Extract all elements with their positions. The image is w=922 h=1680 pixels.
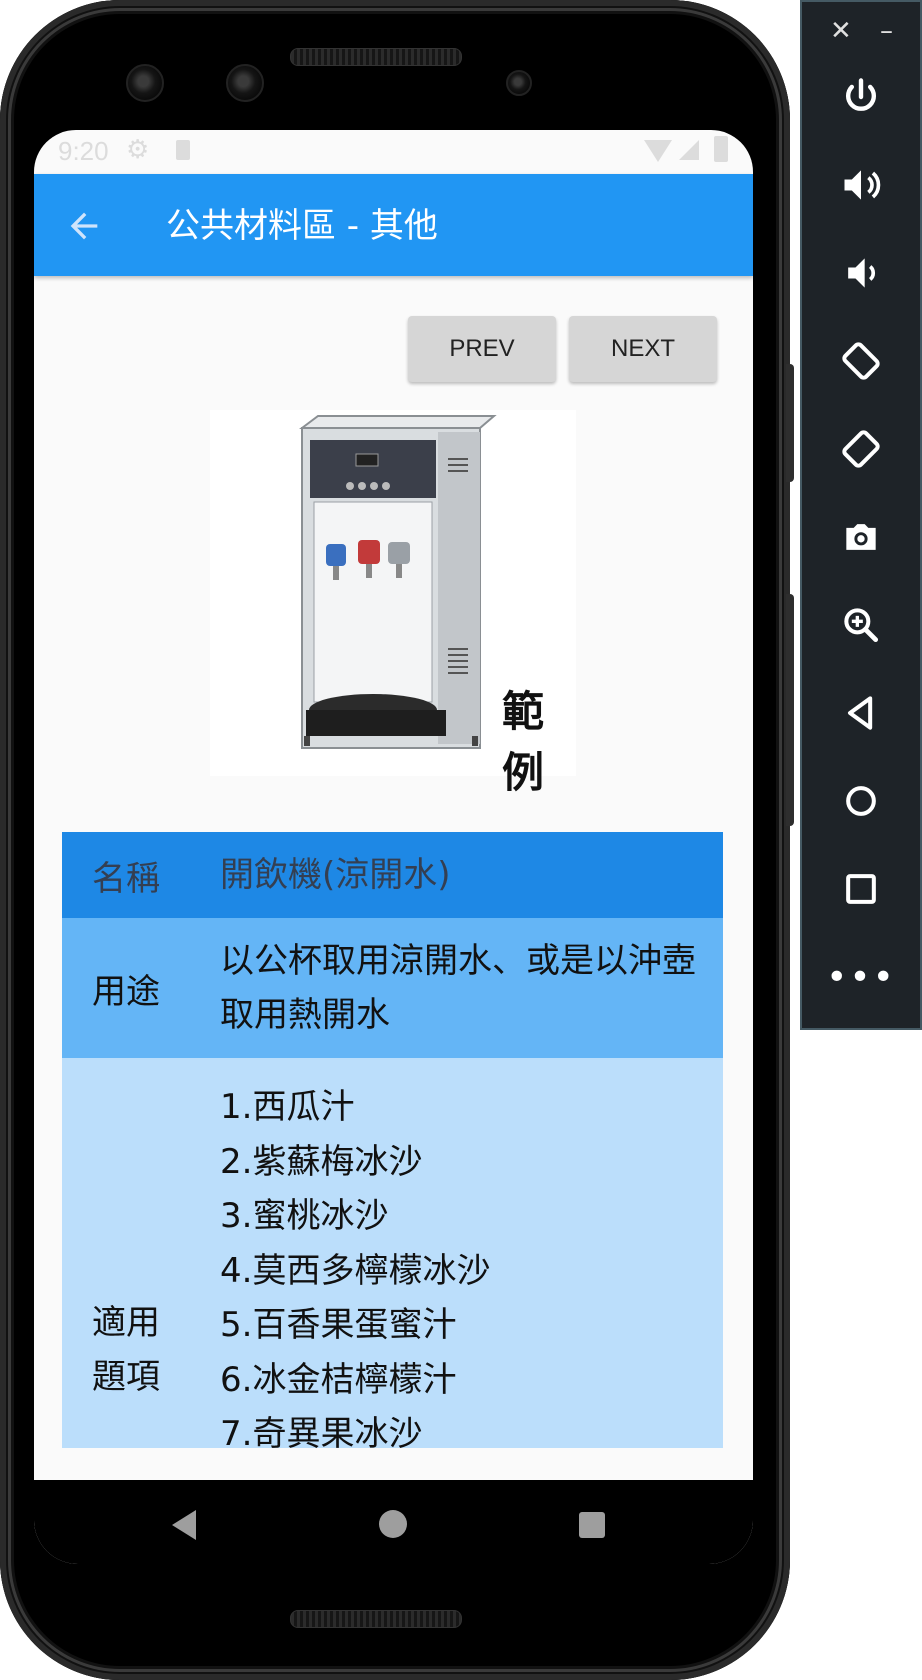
use-label: 用途 <box>92 971 160 1012</box>
power-side-button <box>786 364 794 482</box>
image-caption: 範例 <box>502 687 545 797</box>
bottom-speaker <box>290 1610 462 1628</box>
list-item: 1.西瓜汁 <box>220 1087 355 1127</box>
prev-button[interactable]: PREV <box>408 316 556 382</box>
app-screen: 9:20 ⚙ 公共材料區 - 其他 PREV NEXT 範例 名稱 開飲機(涼開… <box>34 130 753 1564</box>
phone-frame: 9:20 ⚙ 公共材料區 - 其他 PREV NEXT 範例 名稱 開飲機(涼開… <box>0 0 794 1680</box>
emulator-titlebar: ✕ – <box>802 2 920 60</box>
rotate-left-icon[interactable] <box>830 330 892 392</box>
overview-icon[interactable] <box>830 858 892 920</box>
more-options-icon[interactable]: ••• <box>826 946 894 1008</box>
minimize-icon[interactable]: – <box>880 16 893 46</box>
next-button[interactable]: NEXT <box>569 316 717 382</box>
items-row: 適用 題項 1.西瓜汁 2.紫蘇梅冰沙 3.蜜桃冰沙 4.莫西多檸檬冰沙 5.百… <box>62 1058 723 1454</box>
settings-gear-icon: ⚙ <box>126 134 150 164</box>
page-title: 公共材料區 - 其他 <box>166 206 438 246</box>
rotate-right-icon[interactable] <box>830 418 892 480</box>
battery-icon <box>714 136 728 162</box>
system-nav-bar <box>34 1480 753 1564</box>
use-row: 用途 以公杯取用涼開水、或是以沖壺取用熱開水 <box>62 918 723 1058</box>
name-label: 名稱 <box>92 858 160 899</box>
camera-right <box>226 64 264 102</box>
back-icon[interactable] <box>830 682 892 744</box>
power-icon[interactable] <box>830 66 892 128</box>
zoom-icon[interactable] <box>830 594 892 656</box>
home-icon[interactable] <box>830 770 892 832</box>
list-item: 6.冰金桔檸檬汁 <box>220 1359 457 1400</box>
nav-recents-icon[interactable] <box>579 1512 605 1538</box>
name-value: 開飲機(涼開水) <box>220 855 451 895</box>
volume-down-icon[interactable] <box>830 242 892 304</box>
back-arrow-icon[interactable] <box>64 206 104 246</box>
top-speaker <box>290 48 462 66</box>
list-item: 2.紫蘇梅冰沙 <box>220 1141 423 1182</box>
water-dispenser-image: 範例 <box>210 410 576 797</box>
name-row: 名稱 開飲機(涼開水) <box>62 832 723 918</box>
front-sensor <box>506 70 532 96</box>
close-icon[interactable]: ✕ <box>830 16 852 46</box>
items-list: 1.西瓜汁 2.紫蘇梅冰沙 3.蜜桃冰沙 4.莫西多檸檬冰沙 5.百香果蛋蜜汁 … <box>220 1058 723 1462</box>
wifi-icon <box>644 140 672 162</box>
list-item: 4.莫西多檸檬冰沙 <box>220 1250 491 1291</box>
signal-icon <box>679 140 699 160</box>
use-value: 以公杯取用涼開水、或是以沖壺取用熱開水 <box>220 941 696 1035</box>
nav-back-icon[interactable] <box>172 1510 196 1540</box>
list-item: 7.奇異果冰沙 <box>220 1414 423 1454</box>
info-table: 名稱 開飲機(涼開水) 用途 以公杯取用涼開水、或是以沖壺取用熱開水 適用 題項… <box>62 832 723 1454</box>
volume-side-button <box>786 594 794 826</box>
volume-up-icon[interactable] <box>830 154 892 216</box>
nav-home-icon[interactable] <box>379 1510 407 1538</box>
list-item: 3.蜜桃冰沙 <box>220 1196 389 1236</box>
camera-left <box>126 64 164 102</box>
list-item: 5.百香果蛋蜜汁 <box>220 1305 457 1345</box>
status-time: 9:20 <box>58 136 109 166</box>
items-label: 適用 題項 <box>92 1303 160 1397</box>
camera-icon[interactable] <box>830 506 892 568</box>
emulator-panel: ✕ – ••• <box>800 0 922 1030</box>
status-bar: 9:20 ⚙ <box>34 130 753 174</box>
app-bar: 公共材料區 - 其他 <box>34 174 753 276</box>
sim-card-icon <box>176 140 190 160</box>
